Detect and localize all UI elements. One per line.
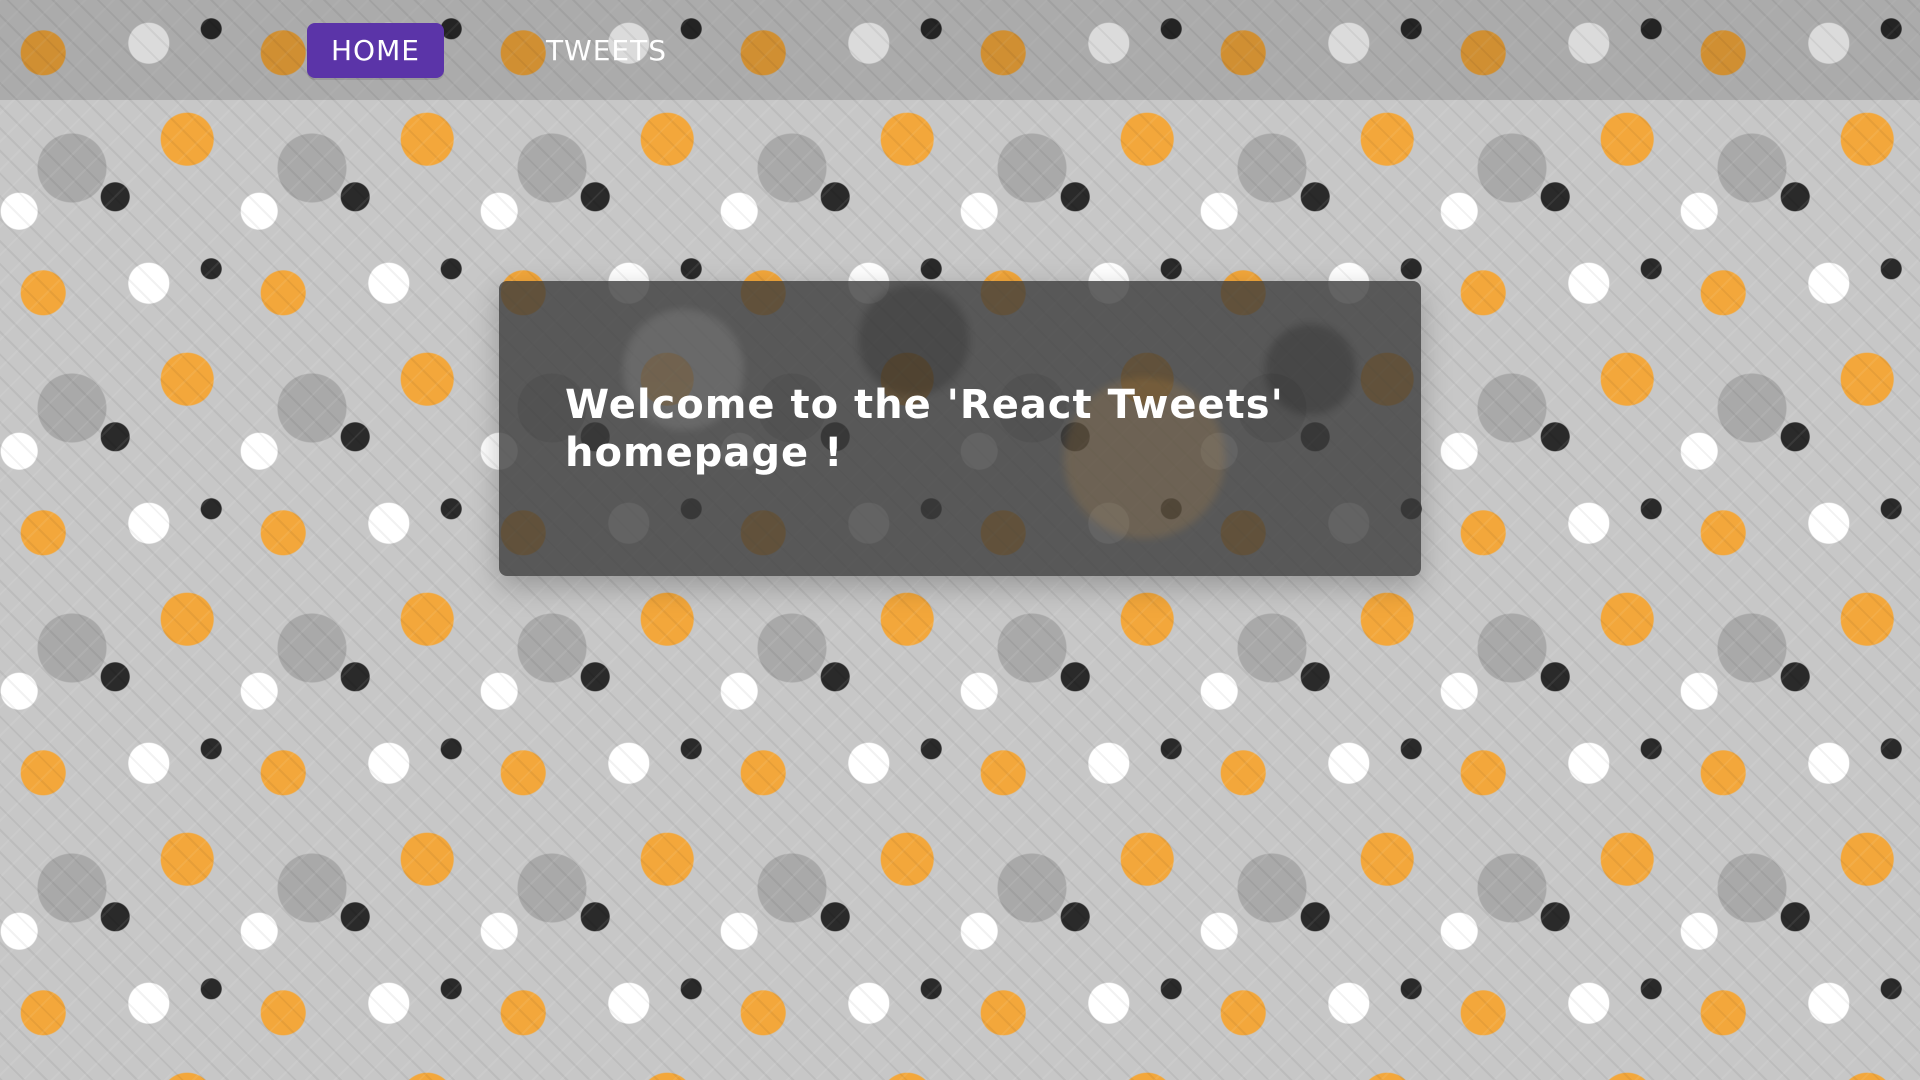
top-navigation-bar: HOME TWEETS xyxy=(0,0,1920,100)
nav-home-tab[interactable]: HOME xyxy=(307,23,444,78)
nav-home-label: HOME xyxy=(331,34,420,67)
welcome-card: Welcome to the 'React Tweets' homepage ! xyxy=(499,281,1421,576)
page-title: Welcome to the 'React Tweets' homepage ! xyxy=(565,382,1284,476)
main-navigation: HOME TWEETS xyxy=(307,23,691,78)
nav-tweets-tab[interactable]: TWEETS xyxy=(456,23,691,78)
nav-tweets-label: TWEETS xyxy=(545,34,668,67)
